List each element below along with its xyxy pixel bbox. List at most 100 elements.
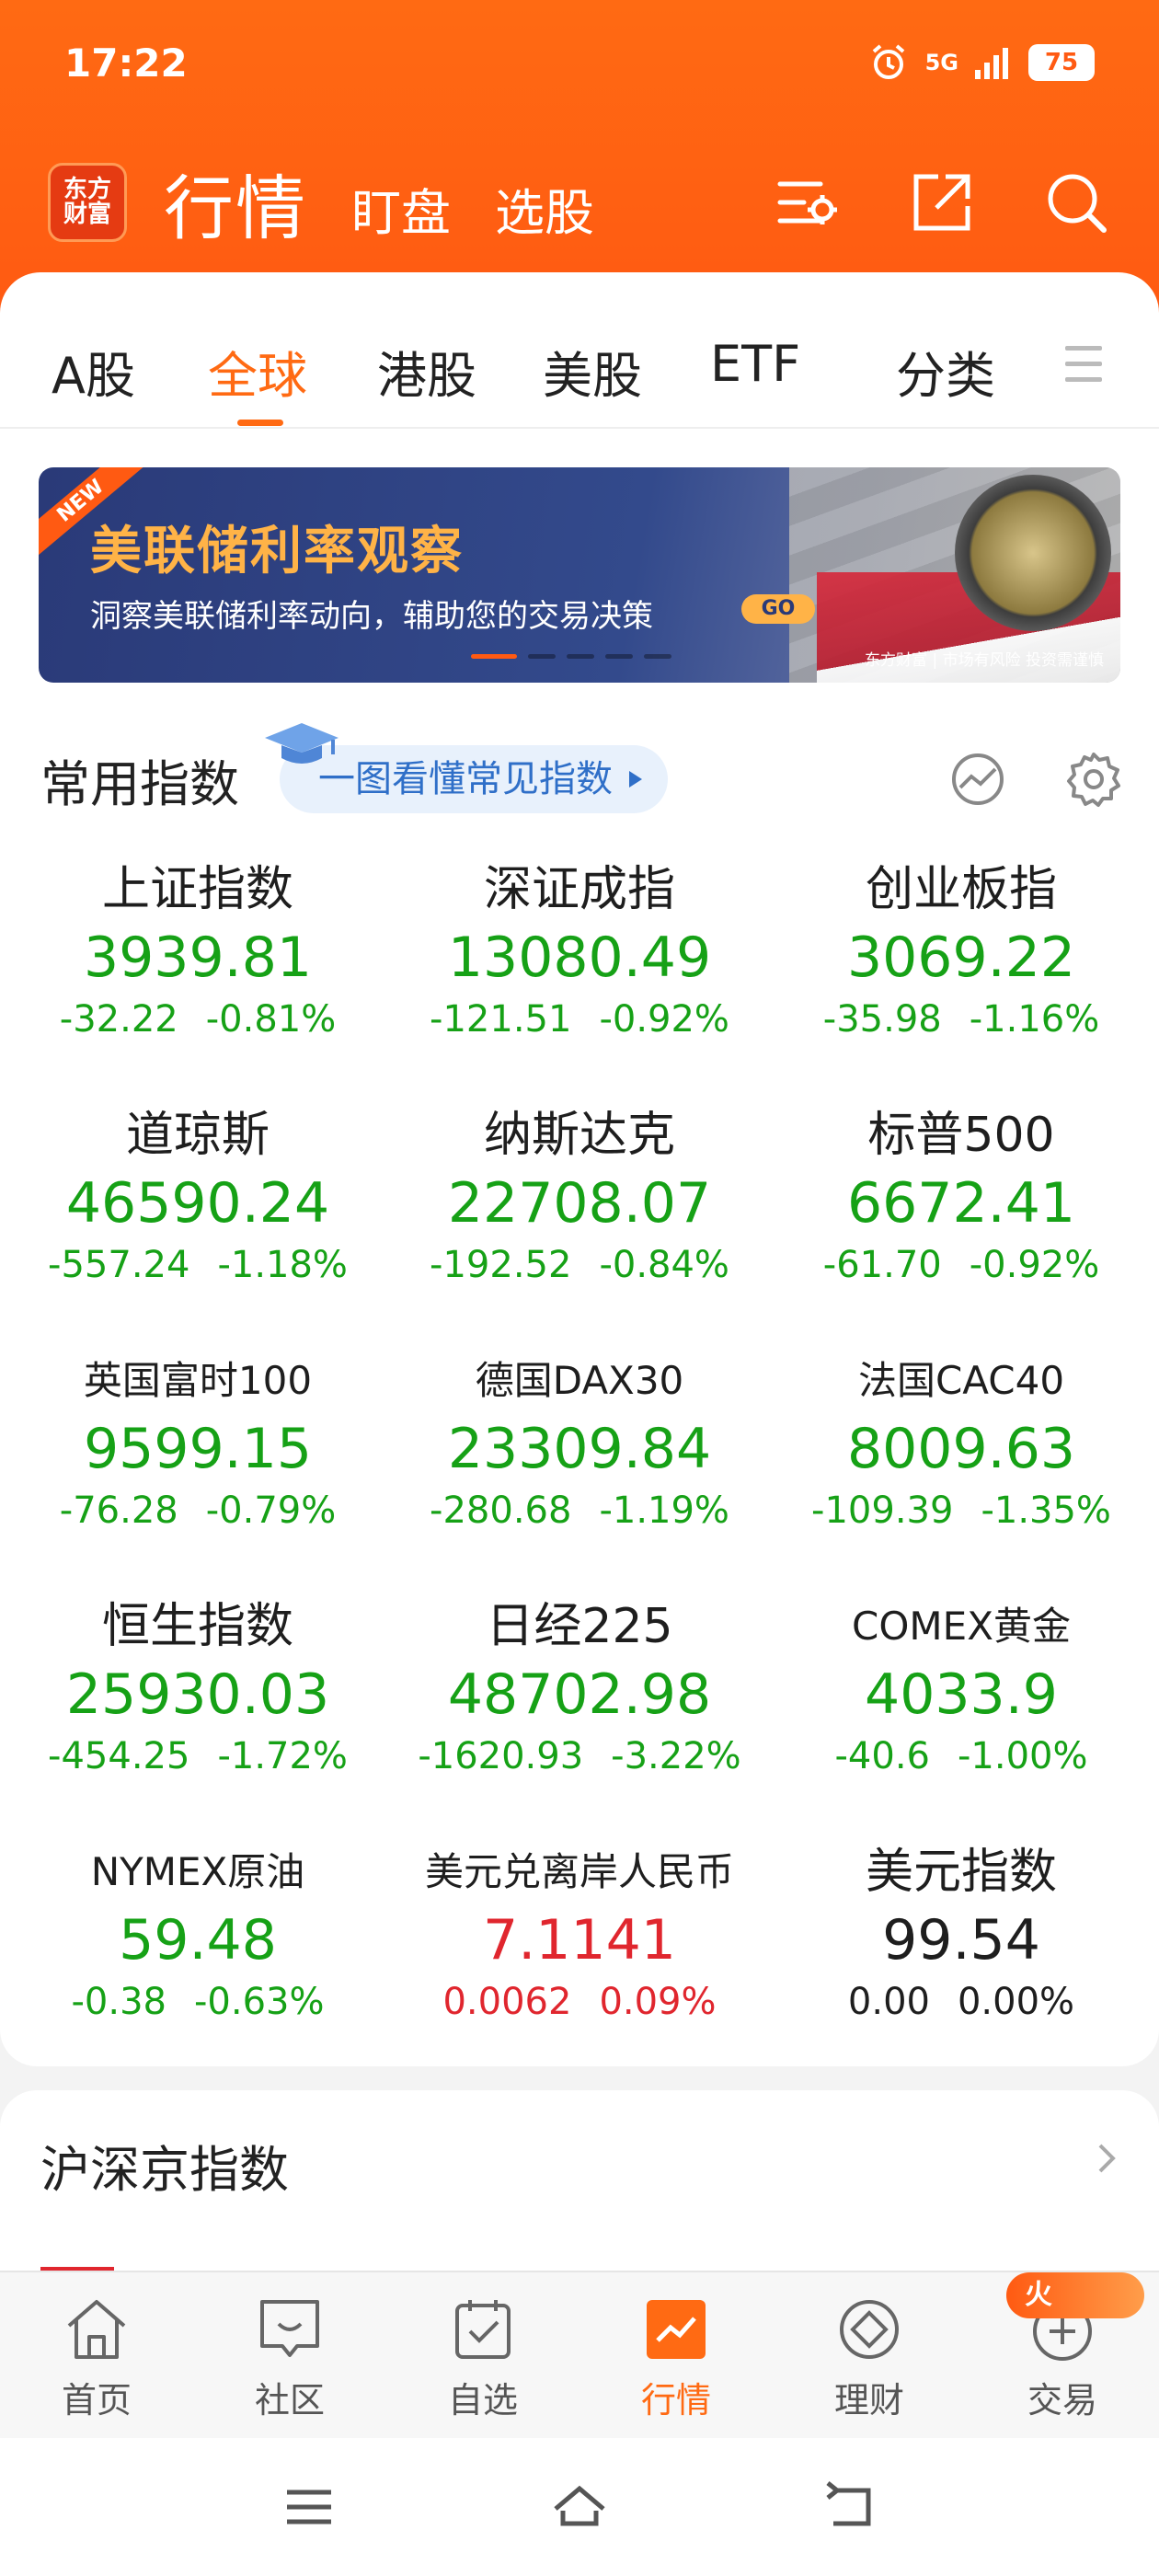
index-cell[interactable]: COMEX黄金 4033.9 -40.6 -1.00% [763, 1589, 1159, 1834]
index-cell[interactable]: 上证指数 3939.81 -32.22 -0.81% [0, 852, 396, 1098]
banner-subtitle: 洞察美联储利率动向，辅助您的交易决策 [90, 598, 653, 635]
home-nav-icon[interactable] [550, 2478, 609, 2536]
system-nav-bar [0, 2438, 1159, 2576]
index-cell[interactable]: 标普500 6672.41 -61.70 -0.92% [763, 1098, 1159, 1343]
index-name: 日经225 [486, 1599, 673, 1654]
tab-global[interactable]: 全球 [208, 335, 307, 408]
index-change-pct: 0.09% [599, 1981, 717, 2023]
index-change: -32.22 -0.81% [0, 994, 396, 1045]
status-bar: 17:22 5G 75 [64, 35, 1095, 90]
index-name: COMEX黄金 [852, 1604, 1071, 1649]
index-change-value: -192.52 [430, 1244, 572, 1286]
banner-pager [471, 654, 671, 659]
index-price: 99.54 [882, 1908, 1040, 1972]
market-tabs: A股 全球 港股 美股 ETF 分类 [0, 272, 1159, 429]
index-cell[interactable]: 纳斯达克 22708.07 -192.52 -0.84% [396, 1098, 763, 1343]
index-price: 9599.15 [83, 1417, 313, 1481]
index-cell[interactable]: 恒生指数 25930.03 -454.25 -1.72% [0, 1589, 396, 1834]
sh-sz-bj-card[interactable]: 沪深京指数 [0, 2090, 1159, 2293]
banner-title: 美联储利率观察 [90, 522, 464, 581]
diamond-icon [840, 2300, 899, 2359]
index-name: 英国富时100 [83, 1358, 313, 1403]
index-change-pct: -0.79% [205, 1489, 337, 1532]
index-change-value: -1620.93 [418, 1735, 584, 1777]
banner-go-button[interactable]: GO [741, 594, 815, 624]
bottom-tab-trade[interactable]: 交易 火 [966, 2272, 1159, 2438]
tab-etf[interactable]: ETF [710, 335, 800, 393]
section2-title: 沪深京指数 [40, 2141, 289, 2199]
index-cell[interactable]: 美元兑离岸人民币 7.1141 0.0062 0.09% [396, 1834, 763, 2080]
bottom-tab-home[interactable]: 首页 [0, 2272, 193, 2438]
index-price: 13080.49 [447, 926, 712, 990]
index-cell[interactable]: 深证成指 13080.49 -121.51 -0.92% [396, 852, 763, 1098]
index-change-pct: -1.00% [957, 1735, 1088, 1777]
index-cell[interactable]: 美元指数 99.54 0.00 0.00% [763, 1834, 1159, 2080]
bottom-tab-community[interactable]: 社区 [193, 2272, 386, 2438]
index-change-value: -0.38 [71, 1981, 166, 2023]
header-title[interactable]: 行情 [164, 152, 307, 253]
market-card: A股 全球 港股 美股 ETF 分类 NEW 美联储利率观察 洞察美联储利率动向… [0, 272, 1159, 2066]
index-cell[interactable]: 日经225 48702.98 -1620.93 -3.22% [396, 1589, 763, 1834]
index-guide-button[interactable]: 一图看懂常见指数 [265, 723, 668, 813]
index-price: 59.48 [119, 1908, 277, 1972]
search-icon[interactable] [1041, 167, 1111, 237]
index-price: 3939.81 [83, 926, 313, 990]
index-change-value: 0.0062 [442, 1981, 572, 2023]
index-price: 22708.07 [447, 1171, 712, 1236]
gear-icon[interactable] [1065, 751, 1122, 808]
index-change-value: 0.00 [847, 1981, 930, 2023]
index-change: -557.24 -1.18% [0, 1239, 396, 1291]
index-change-value: -32.22 [59, 998, 178, 1041]
tab-hk[interactable]: 港股 [377, 335, 476, 408]
index-cell[interactable]: 法国CAC40 8009.63 -109.39 -1.35% [763, 1343, 1159, 1589]
index-name: 深证成指 [483, 862, 675, 917]
menu-icon[interactable] [280, 2478, 339, 2536]
tab-category[interactable]: 分类 [896, 335, 995, 408]
section-title: 常用指数 [40, 754, 239, 813]
hot-badge: 火 [1006, 2272, 1144, 2318]
bottom-tab-label: 社区 [254, 2380, 325, 2421]
index-name: 法国CAC40 [857, 1358, 1065, 1403]
index-price: 7.1141 [483, 1908, 676, 1972]
bottom-tab-bar: 首页 社区 自选 行情 理财 交易 火 [0, 2271, 1159, 2438]
index-change: -61.70 -0.92% [763, 1239, 1159, 1291]
fed-rate-banner[interactable]: NEW 美联储利率观察 洞察美联储利率动向，辅助您的交易决策 GO 东方财富 |… [39, 467, 1120, 683]
index-name: 德国DAX30 [475, 1358, 684, 1403]
index-grid: 上证指数 3939.81 -32.22 -0.81% 深证成指 13080.49 -121.… [0, 852, 1159, 2080]
tab-us[interactable]: 美股 [543, 335, 642, 408]
index-price: 8009.63 [846, 1417, 1076, 1481]
bottom-tab-label: 自选 [447, 2380, 518, 2421]
logo-text-2: 财富 [63, 201, 111, 228]
bottom-tab-market[interactable]: 行情 [580, 2272, 773, 2438]
bottom-tab-label: 理财 [833, 2380, 904, 2421]
index-cell[interactable]: NYMEX原油 59.48 -0.38 -0.63% [0, 1834, 396, 2080]
globe-chart-icon[interactable] [949, 751, 1006, 808]
network-label: 5G [924, 50, 958, 75]
index-change: -109.39 -1.35% [763, 1485, 1159, 1536]
common-indices-header: 常用指数 一图看懂常见指数 [40, 723, 1122, 830]
index-cell[interactable]: 创业板指 3069.22 -35.98 -1.16% [763, 852, 1159, 1098]
settings-list-icon[interactable] [773, 167, 843, 237]
index-price: 25930.03 [65, 1662, 330, 1727]
bottom-tab-wealth[interactable]: 理财 [773, 2272, 966, 2438]
status-icons: 5G 75 [868, 42, 1095, 83]
index-cell[interactable]: 英国富时100 9599.15 -76.28 -0.79% [0, 1343, 396, 1589]
index-change-value: -40.6 [834, 1735, 930, 1777]
index-name: 美元指数 [865, 1845, 1057, 1900]
graduation-cap-icon [265, 723, 339, 764]
tab-a-share[interactable]: A股 [52, 335, 135, 408]
index-change-value: -280.68 [430, 1489, 572, 1532]
index-cell[interactable]: 道琼斯 46590.24 -557.24 -1.18% [0, 1098, 396, 1343]
header-link-watch[interactable]: 盯盘 [351, 172, 451, 245]
header-link-screener[interactable]: 选股 [495, 172, 594, 245]
share-icon[interactable] [907, 167, 977, 237]
menu-icon[interactable] [1065, 346, 1102, 393]
battery-indicator: 75 [1028, 44, 1095, 81]
back-icon[interactable] [820, 2478, 879, 2536]
index-change-value: -61.70 [822, 1244, 942, 1286]
index-cell[interactable]: 德国DAX30 23309.84 -280.68 -1.19% [396, 1343, 763, 1589]
bottom-tab-label: 交易 [1027, 2380, 1097, 2421]
bottom-tab-watchlist[interactable]: 自选 [386, 2272, 580, 2438]
app-logo: 东方 财富 [48, 163, 127, 242]
index-change-value: -76.28 [59, 1489, 178, 1532]
